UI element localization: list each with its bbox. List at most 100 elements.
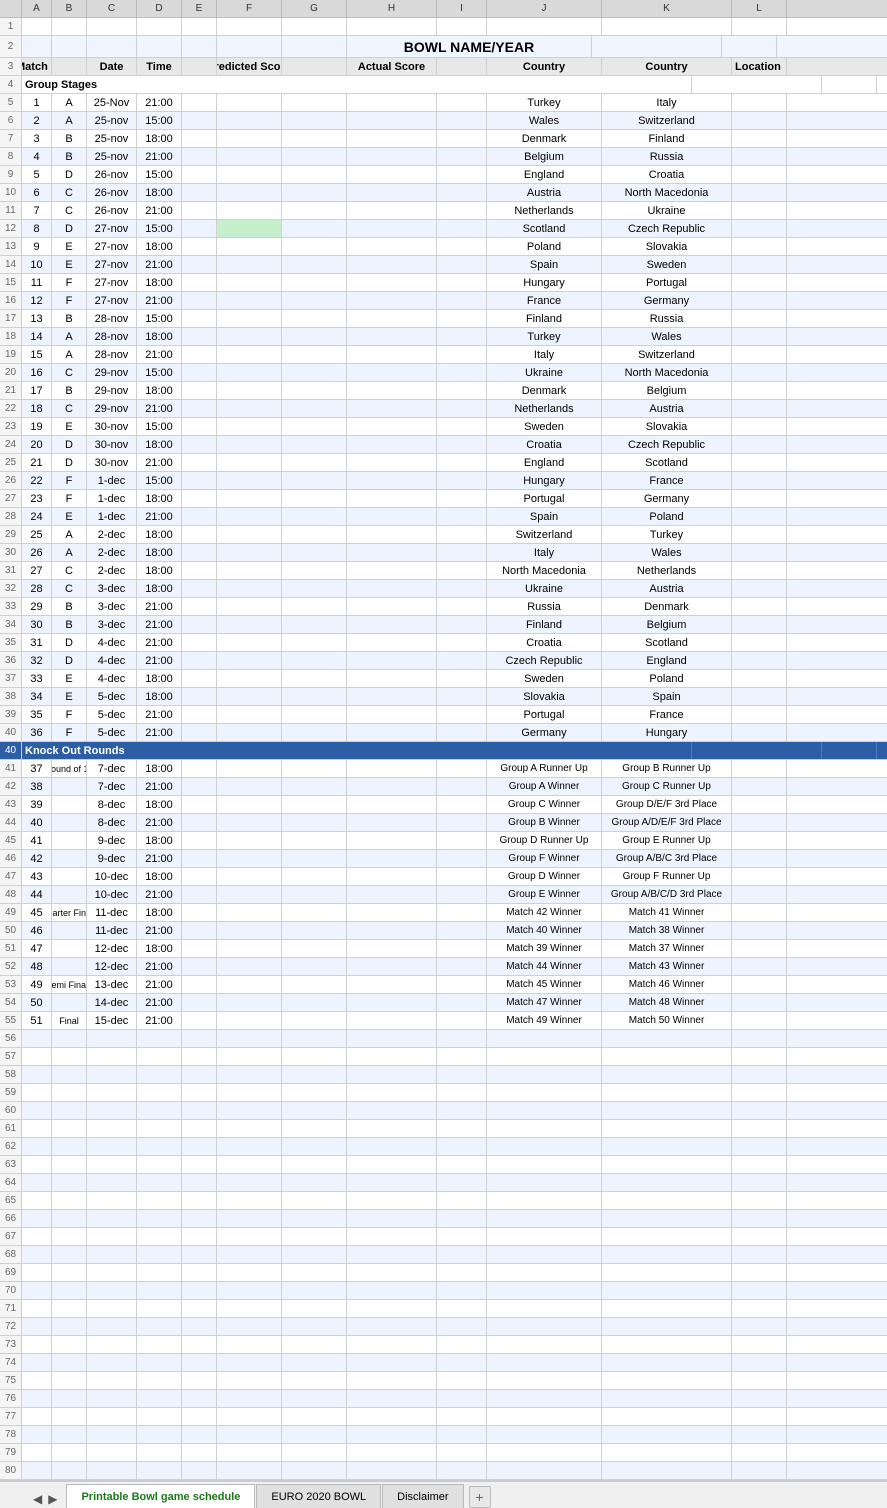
predicted-score[interactable]	[217, 490, 282, 507]
actual-score[interactable]	[347, 634, 437, 651]
predicted-score[interactable]	[217, 418, 282, 435]
predicted-score[interactable]	[217, 760, 282, 777]
actual-score[interactable]	[347, 778, 437, 795]
predicted-score[interactable]	[217, 652, 282, 669]
predicted-score[interactable]	[217, 256, 282, 273]
tab-disclaimer[interactable]: Disclaimer	[382, 1484, 463, 1508]
tab-printable[interactable]: Printable Bowl game schedule	[66, 1484, 255, 1508]
actual-score[interactable]	[347, 922, 437, 939]
actual-score[interactable]	[347, 580, 437, 597]
predicted-score[interactable]	[217, 580, 282, 597]
actual-score[interactable]	[347, 364, 437, 381]
predicted-score[interactable]	[217, 544, 282, 561]
predicted-score[interactable]	[217, 868, 282, 885]
actual-score[interactable]	[347, 202, 437, 219]
predicted-score[interactable]	[217, 436, 282, 453]
actual-score[interactable]	[347, 238, 437, 255]
predicted-score[interactable]	[217, 904, 282, 921]
predicted-score[interactable]	[217, 1012, 282, 1029]
predicted-score[interactable]	[217, 958, 282, 975]
predicted-score[interactable]	[217, 238, 282, 255]
actual-score[interactable]	[347, 706, 437, 723]
actual-score[interactable]	[347, 994, 437, 1011]
predicted-score[interactable]	[217, 382, 282, 399]
actual-score[interactable]	[347, 850, 437, 867]
actual-score[interactable]	[347, 760, 437, 777]
actual-score[interactable]	[347, 310, 437, 327]
actual-score[interactable]	[347, 616, 437, 633]
actual-score[interactable]	[347, 1012, 437, 1029]
predicted-score[interactable]	[217, 814, 282, 831]
actual-score[interactable]	[347, 544, 437, 561]
actual-score[interactable]	[347, 562, 437, 579]
predicted-score[interactable]	[217, 400, 282, 417]
actual-score[interactable]	[347, 292, 437, 309]
predicted-score[interactable]	[217, 220, 282, 237]
predicted-score[interactable]	[217, 994, 282, 1011]
predicted-score[interactable]	[217, 940, 282, 957]
actual-score[interactable]	[347, 652, 437, 669]
actual-score[interactable]	[347, 958, 437, 975]
actual-score[interactable]	[347, 724, 437, 741]
actual-score[interactable]	[347, 832, 437, 849]
predicted-score[interactable]	[217, 796, 282, 813]
predicted-score[interactable]	[217, 832, 282, 849]
actual-score[interactable]	[347, 184, 437, 201]
actual-score[interactable]	[347, 814, 437, 831]
predicted-score[interactable]	[217, 148, 282, 165]
actual-score[interactable]	[347, 670, 437, 687]
predicted-score[interactable]	[217, 364, 282, 381]
predicted-score[interactable]	[217, 328, 282, 345]
actual-score[interactable]	[347, 490, 437, 507]
predicted-score[interactable]	[217, 706, 282, 723]
predicted-score[interactable]	[217, 922, 282, 939]
actual-score[interactable]	[347, 148, 437, 165]
predicted-score[interactable]	[217, 202, 282, 219]
actual-score[interactable]	[347, 976, 437, 993]
predicted-score[interactable]	[217, 346, 282, 363]
actual-score[interactable]	[347, 508, 437, 525]
predicted-score[interactable]	[217, 112, 282, 129]
predicted-score[interactable]	[217, 292, 282, 309]
actual-score[interactable]	[347, 796, 437, 813]
nav-arrow-left[interactable]: ◀	[30, 1490, 45, 1508]
actual-score[interactable]	[347, 346, 437, 363]
actual-score[interactable]	[347, 220, 437, 237]
predicted-score[interactable]	[217, 778, 282, 795]
actual-score[interactable]	[347, 166, 437, 183]
predicted-score[interactable]	[217, 508, 282, 525]
actual-score[interactable]	[347, 328, 437, 345]
predicted-score[interactable]	[217, 616, 282, 633]
predicted-score[interactable]	[217, 562, 282, 579]
predicted-score[interactable]	[217, 454, 282, 471]
actual-score[interactable]	[347, 400, 437, 417]
predicted-score[interactable]	[217, 688, 282, 705]
actual-score[interactable]	[347, 418, 437, 435]
nav-arrows[interactable]: ◀ ▶	[30, 1490, 66, 1508]
nav-arrow-right[interactable]: ▶	[45, 1490, 60, 1508]
predicted-score[interactable]	[217, 670, 282, 687]
actual-score[interactable]	[347, 940, 437, 957]
predicted-score[interactable]	[217, 130, 282, 147]
actual-score[interactable]	[347, 598, 437, 615]
predicted-score[interactable]	[217, 850, 282, 867]
predicted-score[interactable]	[217, 310, 282, 327]
actual-score[interactable]	[347, 526, 437, 543]
actual-score[interactable]	[347, 382, 437, 399]
predicted-score[interactable]	[217, 166, 282, 183]
actual-score[interactable]	[347, 256, 437, 273]
actual-score[interactable]	[347, 868, 437, 885]
predicted-score[interactable]	[217, 634, 282, 651]
actual-score[interactable]	[347, 454, 437, 471]
actual-score[interactable]	[347, 688, 437, 705]
predicted-score[interactable]	[217, 94, 282, 111]
tab-add-button[interactable]: +	[469, 1486, 491, 1508]
predicted-score[interactable]	[217, 184, 282, 201]
tab-euro[interactable]: EURO 2020 BOWL	[256, 1484, 381, 1508]
actual-score[interactable]	[347, 886, 437, 903]
actual-score[interactable]	[347, 472, 437, 489]
actual-score[interactable]	[347, 130, 437, 147]
predicted-score[interactable]	[217, 526, 282, 543]
actual-score[interactable]	[347, 94, 437, 111]
predicted-score[interactable]	[217, 274, 282, 291]
